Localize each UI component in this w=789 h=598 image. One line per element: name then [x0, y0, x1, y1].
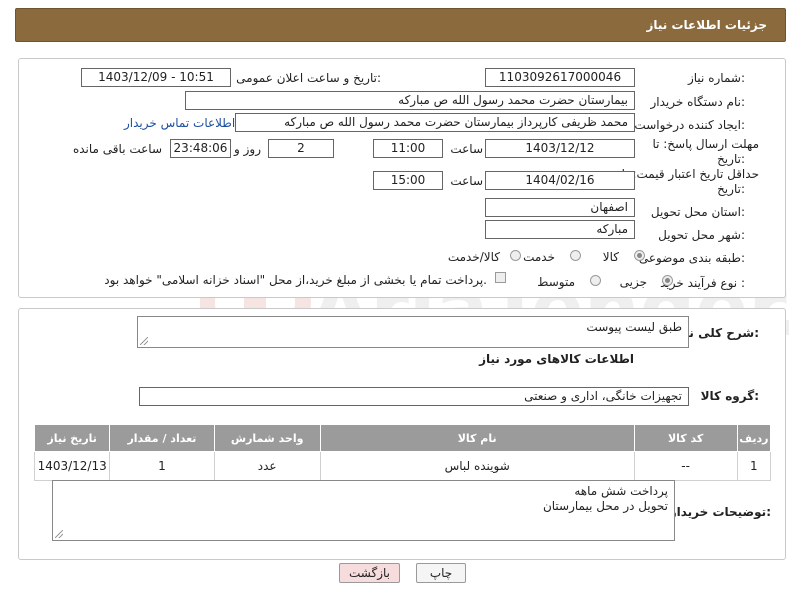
reply-time-field: 11:00: [373, 139, 443, 158]
reply-deadline-label: مهلت ارسال پاسخ: تا: [652, 137, 759, 151]
back-button[interactable]: بازگشت: [339, 563, 400, 583]
treasury-payment-note: پرداخت تمام یا بخشی از مبلغ خرید،از محل …: [104, 273, 487, 287]
buyer-notes-line-2: تحویل در محل بیمارستان: [542, 499, 668, 513]
col-need-date: تاریخ نیاز: [33, 424, 111, 452]
category-radio-service[interactable]: [570, 250, 581, 261]
province-field: اصفهان: [485, 198, 635, 217]
treasury-payment-checkbox[interactable]: [495, 272, 506, 283]
buyer-org-field: بیمارستان حضرت محمد رسول الله ص مبارکه: [185, 91, 635, 110]
goods-group-label: گروه کالا:: [700, 389, 759, 403]
summary-textarea[interactable]: طبق لیست پیوست: [137, 316, 689, 348]
price-validity-date-field: 1404/02/16: [485, 171, 635, 190]
buyer-notes-textarea[interactable]: پرداخت شش ماهه تحویل در محل بیمارستان: [52, 480, 675, 541]
province-label: استان محل تحویل:: [650, 205, 745, 219]
buyer-org-label: نام دستگاه خریدار:: [650, 95, 746, 109]
reply-time-label: ساعت: [450, 142, 483, 156]
remaining-time-label: ساعت باقی مانده: [72, 142, 162, 156]
page-header: جزئیات اطلاعات نیاز: [15, 8, 786, 42]
table-row: 1403/12/13 1 عدد شوینده لباس -- 1: [33, 451, 772, 481]
creator-field: محمد ظریفی کارپرداز بیمارستان حضرت محمد …: [235, 113, 635, 132]
category-label: طبقه بندی موضوعی:: [638, 251, 745, 265]
goods-info-title: اطلاعات کالاهای مورد نیاز: [479, 352, 634, 366]
category-option-service: خدمت: [523, 250, 555, 264]
category-option-goods: کالا: [602, 250, 619, 264]
buyer-notes-line-1: پرداخت شش ماهه: [574, 484, 668, 498]
page-title: جزئیات اطلاعات نیاز: [646, 18, 767, 32]
reply-deadline-label-2: تاریخ:: [717, 152, 745, 166]
col-row: ردیف: [736, 424, 772, 452]
process-type-label: نوع فرآیند خرید :: [660, 276, 745, 290]
category-radio-goods-service[interactable]: [510, 250, 521, 261]
process-radio-medium[interactable]: [590, 275, 601, 286]
days-field: 2: [268, 139, 334, 158]
reply-date-field: 1403/12/12: [485, 139, 635, 158]
price-validity-time-field: 15:00: [373, 171, 443, 190]
cell-unit: عدد: [213, 451, 321, 481]
cell-need-date: 1403/12/13: [33, 451, 111, 481]
creator-label: ایجاد کننده درخواست:: [634, 118, 745, 132]
category-option-goods-service: کالا/خدمت: [447, 250, 500, 264]
cell-item-code: --: [633, 451, 738, 481]
announce-date-field: 1403/12/09 - 10:51: [81, 68, 231, 87]
process-radio-minor[interactable]: [662, 275, 673, 286]
col-item-name: نام کالا: [319, 424, 635, 452]
resize-grip[interactable]: [55, 530, 63, 538]
need-number-field: 1103092617000046: [485, 68, 635, 87]
process-option-minor: جزیی: [619, 275, 647, 289]
need-number-label: شماره نیاز:: [687, 71, 745, 85]
buyer-contact-link[interactable]: اطلاعات تماس خریدار: [124, 116, 235, 130]
col-unit: واحد شمارش: [213, 424, 321, 452]
print-button[interactable]: چاپ: [416, 563, 466, 583]
announce-date-label: تاریخ و ساعت اعلان عمومی:: [236, 71, 381, 85]
price-validity-label: حداقل تاریخ اعتبار قیمت: تا: [621, 167, 759, 181]
cell-quantity: 1: [109, 451, 215, 481]
summary-text: طبق لیست پیوست: [586, 320, 682, 334]
items-table: تاریخ نیاز تعداد / مقدار واحد شمارش نام …: [33, 424, 772, 481]
category-radio-goods[interactable]: [634, 250, 645, 261]
resize-grip[interactable]: [140, 337, 148, 345]
col-quantity: تعداد / مقدار: [109, 424, 215, 452]
price-validity-time-label: ساعت: [450, 174, 483, 188]
table-header-row: تاریخ نیاز تعداد / مقدار واحد شمارش نام …: [33, 424, 772, 452]
city-field: مبارکه: [485, 220, 635, 239]
goods-group-field: تجهیزات خانگی، اداری و صنعتی: [139, 387, 689, 406]
price-validity-label-2: تاریخ:: [717, 182, 745, 196]
cell-item-name: شوینده لباس: [319, 451, 635, 481]
col-item-code: کد کالا: [633, 424, 738, 452]
cell-row-number: 1: [736, 451, 772, 481]
city-label: شهر محل تحویل:: [658, 228, 745, 242]
buyer-notes-label: توضیحات خریدار:: [669, 505, 771, 519]
remaining-time-field: 23:48:06: [170, 139, 231, 158]
process-option-medium: متوسط: [537, 275, 575, 289]
days-label: روز و: [234, 142, 261, 156]
